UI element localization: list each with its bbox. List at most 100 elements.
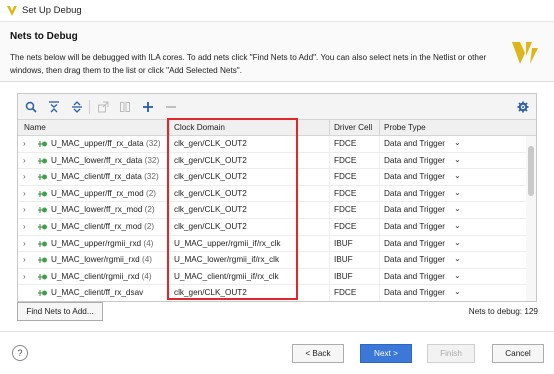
wizard-header: Nets to Debug The nets below will be deb… [0, 22, 554, 82]
net-bit-count: (4) [142, 255, 153, 265]
net-bit-count: (4) [143, 238, 154, 248]
net-name: U_MAC_upper/ff_rx_data (32) [51, 139, 161, 148]
net-name: U_MAC_client/ff_rx_data (32) [51, 172, 159, 182]
driver-cell: FDCE [334, 172, 357, 182]
chevron-down-icon[interactable]: ⌄ [454, 254, 461, 263]
cancel-button[interactable]: Cancel [492, 344, 544, 363]
probe-type-cell[interactable]: Data and Trigger [384, 172, 445, 181]
export-icon[interactable] [94, 98, 112, 116]
chevron-down-icon[interactable]: ⌄ [454, 171, 461, 180]
net-icon [38, 207, 47, 214]
column-divider [379, 120, 380, 136]
net-bit-count: (2) [144, 205, 155, 215]
toolbar-separator [89, 100, 90, 114]
chevron-down-icon[interactable]: ⌄ [454, 188, 461, 197]
chevron-right-icon[interactable]: › [23, 205, 26, 214]
finish-button[interactable]: Finish [427, 344, 475, 363]
net-bit-count: (32) [145, 139, 161, 148]
probe-type-cell[interactable]: Data and Trigger [384, 288, 445, 297]
column-divider [329, 136, 330, 301]
net-icon [38, 223, 47, 230]
net-icon [38, 141, 47, 147]
help-button[interactable]: ? [12, 345, 28, 361]
nets-toolbar [18, 94, 536, 120]
column-divider [379, 136, 380, 301]
chevron-right-icon[interactable]: › [23, 139, 26, 148]
column-driver-cell[interactable]: Driver Cell [334, 123, 372, 132]
net-name: U_MAC_lower/ff_rx_data (32) [51, 155, 160, 165]
remove-icon[interactable] [162, 98, 180, 116]
chevron-right-icon[interactable]: › [23, 239, 26, 248]
chevron-down-icon[interactable]: ⌄ [454, 221, 461, 230]
find-nets-to-add-button[interactable]: Find Nets to Add... [17, 302, 103, 321]
driver-cell: IBUF [334, 271, 353, 281]
driver-cell: FDCE [334, 288, 357, 298]
net-bit-count: (2) [144, 221, 155, 231]
net-name: U_MAC_client/rgmii_rxd (4) [51, 271, 152, 281]
page-title: Nets to Debug [10, 31, 78, 42]
column-name[interactable]: Name [24, 123, 46, 132]
net-icon [38, 290, 47, 297]
probe-type-cell[interactable]: Data and Trigger [384, 189, 445, 198]
net-icon [38, 157, 47, 164]
probe-type-cell[interactable]: Data and Trigger [384, 255, 445, 264]
chevron-right-icon[interactable]: › [23, 172, 26, 181]
chevron-down-icon[interactable]: ⌄ [454, 271, 461, 280]
clock-domain-highlight-box [167, 118, 298, 300]
collapse-all-icon[interactable] [45, 98, 63, 116]
title-bar: Set Up Debug [0, 0, 554, 22]
net-bit-count: (32) [144, 155, 160, 165]
vivado-logo-icon [512, 42, 538, 64]
add-icon[interactable] [139, 98, 157, 116]
chevron-down-icon[interactable]: ⌄ [454, 138, 461, 147]
expand-all-icon[interactable] [68, 98, 86, 116]
chevron-down-icon[interactable]: ⌄ [454, 204, 461, 213]
probe-type-cell[interactable]: Data and Trigger [384, 156, 445, 165]
net-name: U_MAC_client/ff_rx_dsav [51, 288, 144, 298]
chevron-down-icon[interactable]: ⌄ [454, 238, 461, 247]
net-icon [38, 273, 47, 280]
chevron-right-icon[interactable]: › [23, 156, 26, 165]
window-title: Set Up Debug [22, 5, 82, 16]
net-icon [38, 240, 47, 247]
page-description: The nets below will be debugged with ILA… [10, 53, 487, 75]
nets-to-debug-count: Nets to debug: 129 [468, 307, 538, 316]
driver-cell: FDCE [334, 139, 357, 148]
next-button[interactable]: Next > [360, 344, 412, 363]
back-button[interactable]: < Back [292, 344, 344, 363]
net-icon [38, 257, 47, 264]
net-name: U_MAC_lower/rgmii_rxd (4) [51, 255, 153, 265]
net-icon [38, 190, 47, 197]
driver-cell: IBUF [334, 255, 353, 265]
vivado-app-icon [7, 6, 17, 16]
chevron-down-icon[interactable]: ⌄ [454, 287, 461, 296]
vertical-scrollbar[interactable] [526, 136, 536, 301]
chevron-right-icon[interactable]: › [23, 272, 26, 281]
gear-icon[interactable] [514, 98, 532, 116]
chevron-right-icon[interactable]: › [23, 255, 26, 264]
search-icon[interactable] [22, 98, 40, 116]
footer-divider [0, 331, 554, 332]
chevron-right-icon[interactable]: › [23, 189, 26, 198]
net-bit-count: (4) [141, 271, 152, 281]
probe-type-cell[interactable]: Data and Trigger [384, 272, 445, 281]
scrollbar-thumb[interactable] [528, 146, 534, 196]
net-name: U_MAC_client/ff_rx_mod (2) [51, 221, 155, 231]
net-name: U_MAC_upper/ff_rx_mod (2) [51, 188, 156, 198]
probe-type-cell[interactable]: Data and Trigger [384, 205, 445, 214]
compare-icon[interactable] [116, 98, 134, 116]
probe-type-cell[interactable]: Data and Trigger [384, 239, 445, 248]
driver-cell: FDCE [334, 205, 357, 215]
driver-cell: IBUF [334, 238, 353, 248]
column-divider [329, 120, 330, 136]
chevron-down-icon[interactable]: ⌄ [454, 155, 461, 164]
net-name: U_MAC_lower/ff_rx_mod (2) [51, 205, 155, 215]
driver-cell: FDCE [334, 188, 357, 198]
chevron-right-icon[interactable]: › [23, 222, 26, 231]
probe-type-cell[interactable]: Data and Trigger [384, 222, 445, 231]
probe-type-cell[interactable]: Data and Trigger [384, 139, 445, 148]
column-probe-type[interactable]: Probe Type [384, 123, 426, 132]
net-name: U_MAC_upper/rgmii_rxd (4) [51, 238, 154, 248]
driver-cell: FDCE [334, 155, 357, 165]
net-bit-count: (32) [144, 172, 159, 182]
